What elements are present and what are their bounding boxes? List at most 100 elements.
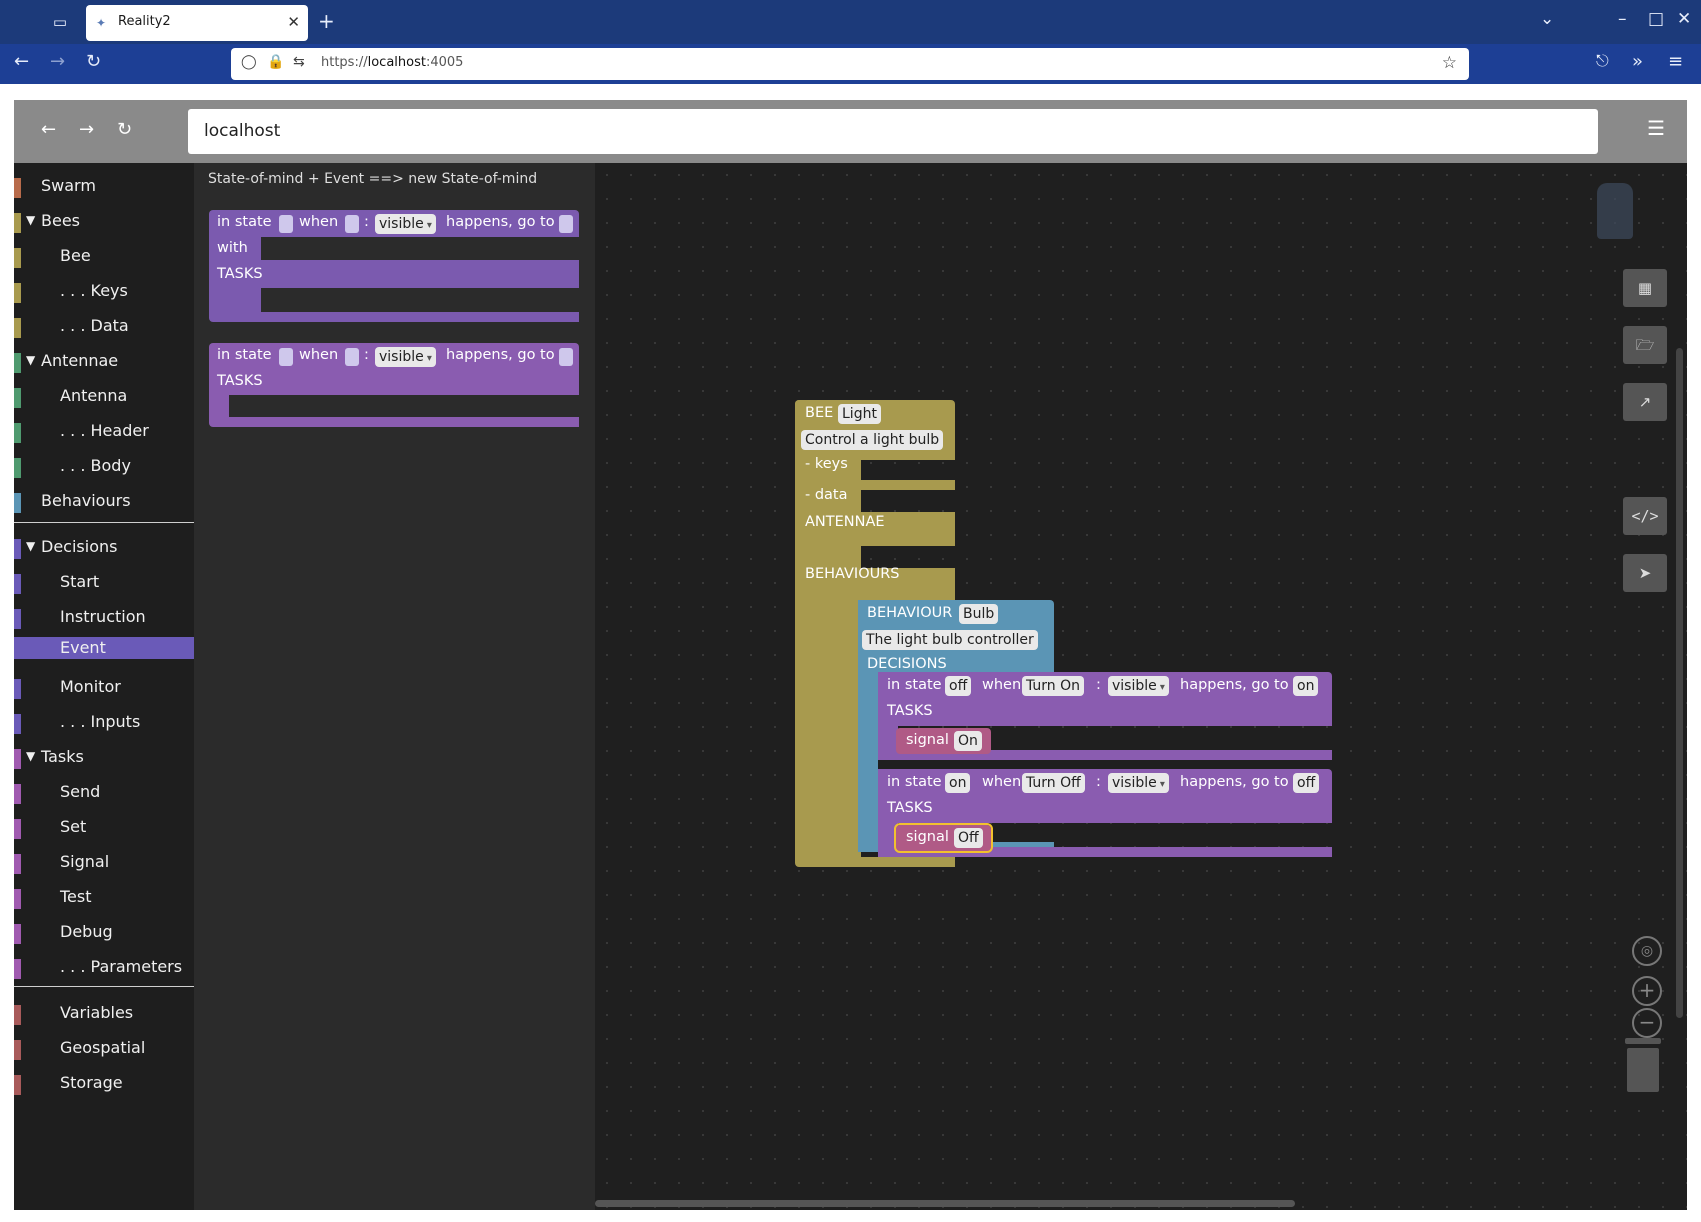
- next-state-slot[interactable]: [559, 215, 573, 233]
- url-text[interactable]: https://localhost:4005: [321, 55, 463, 70]
- trash-icon[interactable]: [1623, 1038, 1661, 1094]
- decision-block-turn-off[interactable]: in state on when Turn Off : visible happ…: [878, 769, 1332, 857]
- open-folder-icon[interactable]: 🗁: [1623, 326, 1667, 364]
- minimize-icon[interactable]: –: [1618, 9, 1627, 29]
- app-address-field[interactable]: localhost: [188, 109, 1598, 154]
- state-slot[interactable]: [279, 215, 293, 233]
- category-antennae[interactable]: ▼ Antennae: [14, 346, 194, 376]
- app-menu-icon[interactable]: ☰: [1647, 116, 1665, 140]
- visibility-dropdown[interactable]: visible: [375, 214, 436, 234]
- category-data[interactable]: . . . Data: [14, 311, 194, 341]
- app-reload-icon[interactable]: ↻: [117, 119, 132, 140]
- category-antenna[interactable]: Antenna: [14, 381, 194, 411]
- expanded-triangle-icon[interactable]: ▼: [26, 353, 35, 367]
- close-window-icon[interactable]: ✕: [1677, 9, 1691, 29]
- category-event[interactable]: Event: [14, 637, 194, 659]
- expanded-triangle-icon[interactable]: ▼: [26, 213, 35, 227]
- category-body[interactable]: . . . Body: [14, 451, 194, 481]
- reload-icon[interactable]: ↻: [86, 51, 101, 72]
- close-tab-icon[interactable]: ✕: [287, 13, 300, 31]
- expanded-triangle-icon[interactable]: ▼: [26, 539, 35, 553]
- zoom-out-icon[interactable]: −: [1632, 1008, 1662, 1038]
- category-decisions[interactable]: ▼ Decisions: [14, 532, 194, 562]
- toolbox-separator: [14, 986, 194, 987]
- shield-icon[interactable]: ◯: [241, 54, 257, 70]
- new-tab-icon[interactable]: +: [318, 9, 335, 33]
- category-instruction[interactable]: Instruction: [14, 602, 194, 632]
- visibility-dropdown[interactable]: visible: [1108, 773, 1169, 793]
- app-back-icon[interactable]: ←: [41, 119, 56, 140]
- code-view-icon[interactable]: </>: [1623, 497, 1667, 535]
- category-swarm[interactable]: Swarm: [14, 171, 194, 201]
- category-start[interactable]: Start: [14, 567, 194, 597]
- app-top-bar: ← → ↻ localhost ☰: [14, 100, 1687, 163]
- next-state-field[interactable]: on: [1293, 676, 1319, 696]
- category-bees[interactable]: ▼ Bees: [14, 206, 194, 236]
- next-state-field[interactable]: off: [1293, 773, 1320, 793]
- permissions-icon[interactable]: ⇆: [293, 54, 305, 70]
- back-icon[interactable]: ←: [14, 51, 29, 72]
- state-field[interactable]: off: [945, 676, 972, 696]
- event-block[interactable]: in state when : visible happens, go to T…: [209, 343, 579, 433]
- category-signal[interactable]: Signal: [14, 847, 194, 877]
- category-tasks[interactable]: ▼ Tasks: [14, 742, 194, 772]
- category-variables[interactable]: Variables: [14, 998, 194, 1028]
- run-icon[interactable]: ➤: [1623, 554, 1667, 592]
- zoom-in-icon[interactable]: +: [1632, 976, 1662, 1006]
- lock-icon[interactable]: 🔒: [267, 54, 284, 70]
- share-export-icon[interactable]: ↗: [1623, 383, 1667, 421]
- visibility-dropdown[interactable]: visible: [1108, 676, 1169, 696]
- visibility-dropdown[interactable]: visible: [375, 347, 436, 367]
- browser-tab[interactable]: ✦ Reality2 ✕: [86, 5, 308, 41]
- expanded-triangle-icon[interactable]: ▼: [26, 749, 35, 763]
- category-test[interactable]: Test: [14, 882, 194, 912]
- tab-overview-icon[interactable]: ▭: [48, 10, 72, 34]
- event-block-with[interactable]: in state when : visible happens, go to w…: [209, 210, 579, 325]
- browser-menu-icon[interactable]: ≡: [1668, 51, 1683, 72]
- signal-value-field[interactable]: Off: [954, 828, 983, 848]
- bee-name-field[interactable]: Light: [838, 404, 881, 424]
- maximize-icon[interactable]: □: [1648, 9, 1664, 29]
- recenter-icon[interactable]: ◎: [1632, 936, 1662, 966]
- event-slot[interactable]: [345, 348, 359, 366]
- more-tools-icon[interactable]: »: [1632, 51, 1643, 72]
- behaviour-name-field[interactable]: Bulb: [959, 604, 999, 624]
- signal-block-on[interactable]: signal On: [896, 728, 991, 754]
- forward-icon[interactable]: →: [50, 51, 65, 72]
- state-slot[interactable]: [279, 348, 293, 366]
- category-send[interactable]: Send: [14, 777, 194, 807]
- app-forward-icon[interactable]: →: [79, 119, 94, 140]
- toolbox-separator: [14, 522, 194, 523]
- state-field[interactable]: on: [945, 773, 971, 793]
- backpack-icon[interactable]: [1597, 183, 1633, 239]
- event-field[interactable]: Turn Off: [1022, 773, 1085, 793]
- signal-block-off[interactable]: signal Off: [894, 823, 993, 853]
- decision-block-turn-on[interactable]: in state off when Turn On : visible happ…: [878, 672, 1332, 760]
- extensions-icon[interactable]: ⎋: [1596, 51, 1609, 71]
- vertical-scrollbar[interactable]: [1676, 348, 1683, 1018]
- signal-value-field[interactable]: On: [954, 731, 982, 751]
- category-geospatial[interactable]: Geospatial: [14, 1033, 194, 1063]
- horizontal-scrollbar[interactable]: [595, 1200, 1295, 1207]
- category-debug[interactable]: Debug: [14, 917, 194, 947]
- toolbox: Swarm ▼ Bees Bee . . . Keys . . . Data ▼ A…: [14, 163, 194, 1210]
- category-inputs[interactable]: . . . Inputs: [14, 707, 194, 737]
- next-state-slot[interactable]: [559, 348, 573, 366]
- behaviour-description-field[interactable]: The light bulb controller: [862, 630, 1038, 650]
- category-keys[interactable]: . . . Keys: [14, 276, 194, 306]
- category-bee[interactable]: Bee: [14, 241, 194, 271]
- table-view-icon[interactable]: ▦: [1623, 269, 1667, 307]
- event-field[interactable]: Turn On: [1022, 676, 1085, 696]
- category-set[interactable]: Set: [14, 812, 194, 842]
- category-parameters[interactable]: . . . Parameters: [14, 952, 194, 982]
- bee-description-field[interactable]: Control a light bulb: [801, 430, 944, 450]
- category-monitor[interactable]: Monitor: [14, 672, 194, 702]
- url-bar[interactable]: ◯ 🔒 ⇆ https://localhost:4005 ☆: [231, 48, 1469, 80]
- category-header[interactable]: . . . Header: [14, 416, 194, 446]
- event-slot[interactable]: [345, 215, 359, 233]
- category-behaviours[interactable]: Behaviours: [14, 486, 194, 516]
- category-storage[interactable]: Storage: [14, 1068, 194, 1098]
- workspace-canvas[interactable]: BEE Light Control a light bulb - keys - …: [595, 163, 1687, 1210]
- bookmark-star-icon[interactable]: ☆: [1442, 53, 1457, 73]
- tab-list-icon[interactable]: ⌄: [1540, 9, 1554, 29]
